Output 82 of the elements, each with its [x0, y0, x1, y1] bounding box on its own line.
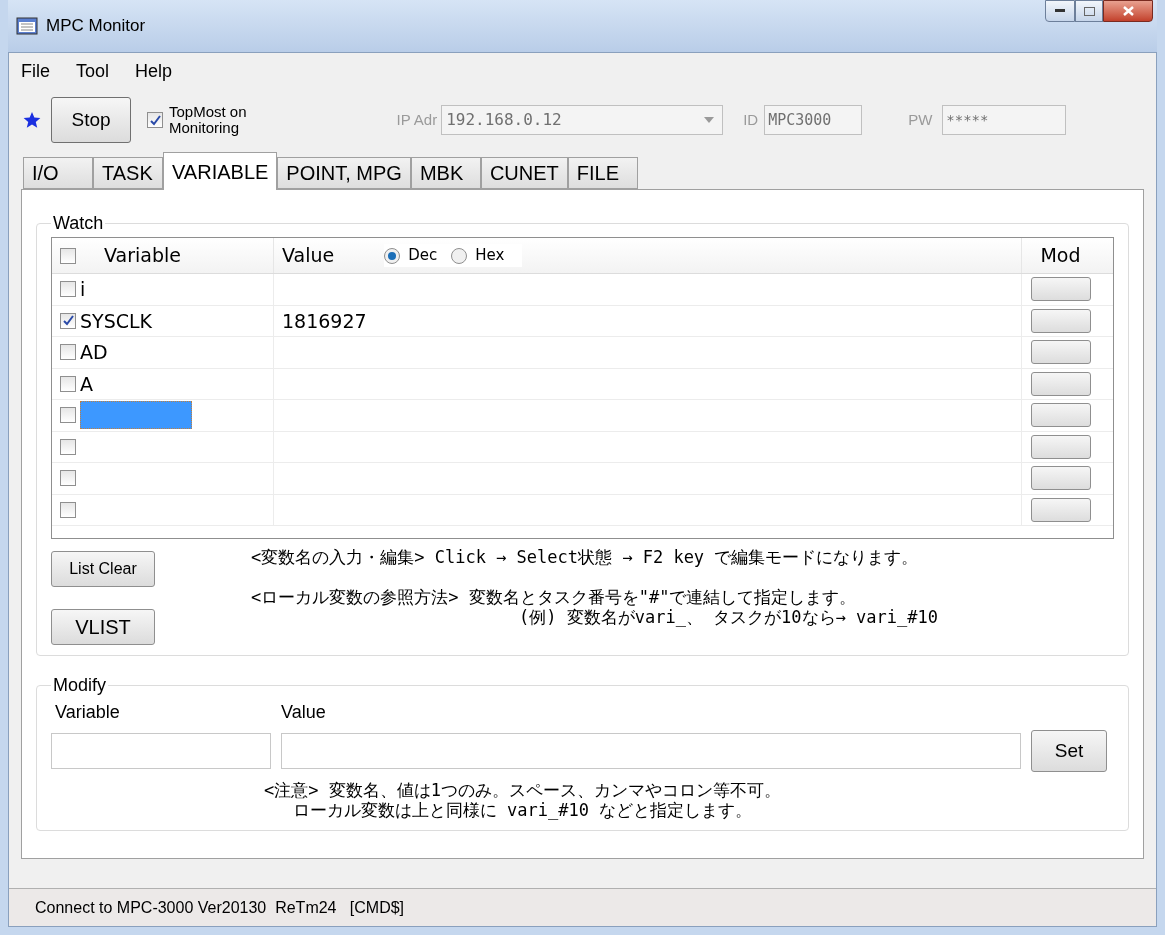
menu-item[interactable]: Help — [133, 57, 175, 85]
tab[interactable]: VARIABLE — [163, 152, 278, 190]
stop-button[interactable]: Stop — [51, 97, 131, 143]
column-header: Mod — [1040, 243, 1081, 269]
variable-input[interactable] — [51, 733, 271, 769]
field-label: Value — [281, 701, 326, 724]
group-title: Watch — [52, 212, 105, 235]
window-title: MPC Monitor — [46, 15, 146, 38]
column-header: Value — [282, 243, 335, 269]
table-row[interactable]: A — [52, 368, 1113, 400]
note-text: <注意> 変数名、値は1つのみ。スペース、カンマやコロン等不可。 — [264, 780, 781, 800]
tab[interactable]: CUNET — [480, 157, 568, 189]
radio-label: Hex — [475, 245, 505, 267]
list-clear-button[interactable]: List Clear — [51, 551, 155, 587]
value-cell-text: 1816927 — [282, 308, 367, 334]
check-icon — [149, 114, 161, 126]
table-row[interactable]: AD — [52, 337, 1113, 369]
radio-button[interactable] — [451, 247, 468, 264]
modify-button[interactable] — [1030, 434, 1091, 459]
tab[interactable]: TASK — [93, 157, 163, 189]
group-title: Modify — [52, 674, 107, 697]
password-field[interactable]: ***** — [942, 105, 1067, 135]
modify-button[interactable] — [1030, 403, 1091, 428]
menu-item[interactable]: Tool — [74, 57, 112, 85]
instruction-text: <ローカル変数の参照方法> 変数名とタスク番号を"#"で連結して指定します。 — [251, 587, 858, 607]
checkbox-label: TopMost on — [169, 104, 247, 120]
modify-button[interactable] — [1030, 277, 1091, 302]
variable-cell[interactable]: A — [80, 369, 93, 398]
note-text: ローカル変数は上と同様に vari_#10 などと指定します。 — [292, 800, 753, 820]
checkbox[interactable] — [60, 470, 76, 487]
checkbox[interactable] — [60, 407, 76, 424]
checkbox[interactable] — [60, 312, 76, 329]
field-label: Variable — [54, 701, 121, 724]
tab[interactable]: FILE — [567, 157, 638, 189]
close-button[interactable] — [1103, 0, 1153, 22]
radio-button[interactable] — [384, 247, 401, 264]
check-icon — [62, 315, 74, 327]
maximize-button[interactable] — [1075, 0, 1103, 22]
modify-button[interactable] — [1030, 371, 1091, 396]
modify-button[interactable] — [1030, 340, 1091, 365]
ip-address-dropdown[interactable]: 192.168.0.12 — [441, 105, 724, 135]
minimize-button[interactable] — [1045, 0, 1075, 22]
tab[interactable]: I/O — [23, 157, 93, 189]
variable-cell[interactable]: i — [80, 275, 86, 304]
table-row[interactable]: i — [52, 274, 1113, 306]
value-input[interactable] — [281, 733, 1021, 769]
checkbox[interactable] — [60, 375, 76, 392]
field-label: PW — [908, 109, 933, 130]
tab[interactable]: POINT, MPG — [277, 157, 411, 189]
minimize-icon — [1055, 9, 1065, 13]
field-label: IP Adr — [396, 109, 438, 130]
star-icon — [23, 111, 41, 129]
checkbox[interactable] — [147, 112, 163, 128]
checkbox-label: Monitoring — [169, 120, 241, 136]
table-row[interactable] — [52, 400, 1113, 432]
close-icon — [1122, 6, 1134, 16]
instruction-text: (例) 変数名がvari_、 タスクが10なら→ vari_#10 — [519, 607, 938, 627]
modify-button[interactable] — [1030, 466, 1091, 491]
status-text: Connect to MPC-3000 Ver20130 ReTm24 [CMD$] — [35, 897, 405, 918]
maximize-icon — [1083, 6, 1095, 16]
modify-button[interactable] — [1030, 308, 1091, 333]
variable-cell[interactable]: SYSCLK — [80, 306, 153, 335]
checkbox[interactable] — [60, 247, 76, 264]
set-button[interactable]: Set — [1031, 730, 1107, 772]
id-field[interactable]: MPC3000 — [764, 105, 863, 135]
variable-cell[interactable]: AD — [80, 338, 108, 367]
field-label: ID — [743, 109, 759, 130]
table-row[interactable]: SYSCLK 1816927 — [52, 305, 1113, 337]
vlist-button[interactable]: VLIST — [51, 609, 155, 645]
radio-label: Dec — [408, 245, 438, 267]
checkbox[interactable] — [60, 344, 76, 361]
app-icon — [16, 16, 38, 36]
variable-cell[interactable] — [80, 401, 192, 430]
modify-button[interactable] — [1030, 497, 1091, 522]
instruction-text: <変数名の入力・編集> Click → Select状態 → F2 key で編集モードになります。 — [251, 547, 920, 567]
dropdown-arrow-icon — [704, 117, 715, 123]
checkbox[interactable] — [60, 438, 76, 455]
checkbox[interactable] — [60, 281, 76, 298]
menu-item[interactable]: File — [19, 57, 52, 85]
column-header: Variable — [104, 243, 181, 269]
tab[interactable]: MBK — [410, 157, 481, 189]
checkbox[interactable] — [60, 501, 76, 518]
